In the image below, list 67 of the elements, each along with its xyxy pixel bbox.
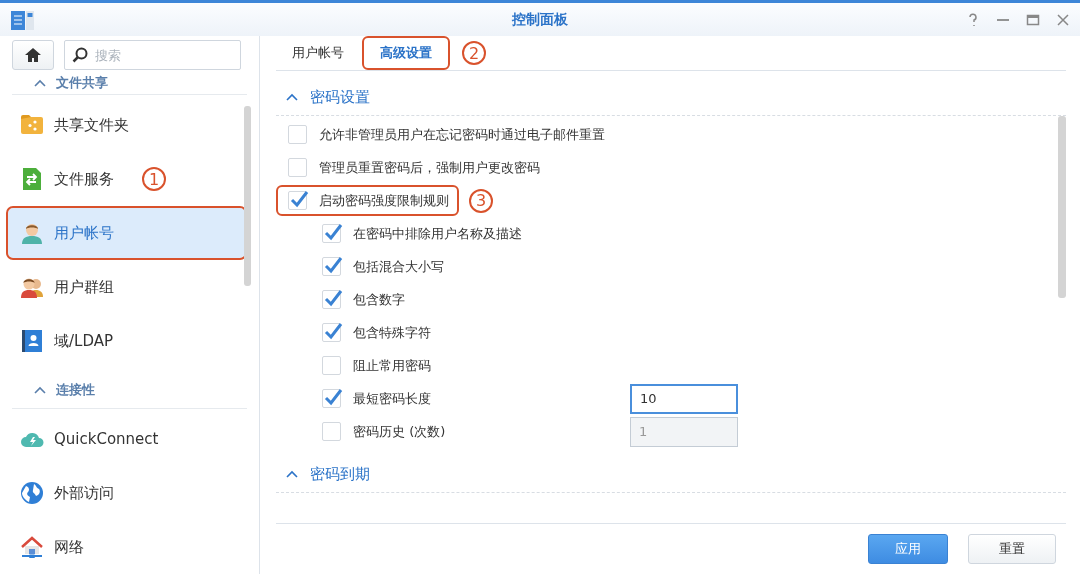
checkbox[interactable] (322, 290, 341, 309)
checkbox[interactable] (288, 125, 307, 144)
callout-number: 3 (469, 188, 493, 213)
home-button[interactable] (12, 40, 54, 70)
collapse-icon[interactable] (34, 79, 46, 87)
sidebar-label: 文件服务 (54, 169, 114, 189)
checkbox[interactable] (288, 158, 307, 177)
sidebar-label: 外部访问 (54, 483, 114, 503)
checkbox-label: 阻止常用密码 (353, 356, 431, 375)
checkbox[interactable] (322, 323, 341, 342)
file-icon (20, 167, 44, 191)
search-icon (72, 47, 88, 63)
checkbox[interactable] (322, 257, 341, 276)
checkbox-label: 包括混合大小写 (353, 257, 444, 276)
collapse-icon[interactable] (286, 93, 298, 101)
globe-icon (20, 481, 44, 505)
reset-button[interactable]: 重置 (968, 534, 1056, 564)
checkbox[interactable] (322, 224, 341, 243)
collapse-icon[interactable] (34, 386, 46, 394)
sidebar-item[interactable]: 网络 (8, 522, 245, 572)
section-title: 密码设置 (310, 87, 370, 107)
checkbox-label: 允许非管理员用户在忘记密码时通过电子邮件重置 (319, 125, 605, 144)
maximize-icon[interactable] (1026, 12, 1040, 27)
tab[interactable]: 用户帐号 (276, 38, 360, 68)
sidebar-label: 共享文件夹 (54, 115, 129, 135)
group-header: 文件共享 (56, 74, 108, 92)
close-icon[interactable] (1056, 12, 1070, 27)
help-icon[interactable] (966, 12, 980, 27)
book-icon (20, 329, 44, 353)
checkbox-label: 包含特殊字符 (353, 323, 431, 342)
sidebar-label: 域/LDAP (54, 331, 113, 351)
number-field[interactable]: 10 (630, 383, 738, 414)
checkbox-label: 在密码中排除用户名称及描述 (353, 224, 522, 243)
group-header: 连接性 (56, 381, 95, 399)
checkbox-label: 密码历史 (次数) (353, 422, 446, 441)
callout-number: 2 (462, 41, 486, 65)
checkbox-label: 包含数字 (353, 290, 405, 309)
house-icon (20, 535, 44, 559)
checkbox[interactable] (322, 422, 341, 441)
sidebar-label: 用户帐号 (54, 223, 114, 243)
sidebar-item[interactable]: 文件服务 1 (8, 154, 245, 204)
sidebar-label: QuickConnect (54, 430, 159, 448)
sidebar-item[interactable]: 用户群组 (8, 262, 245, 312)
checkbox[interactable] (322, 389, 341, 408)
scrollbar[interactable] (244, 106, 251, 286)
collapse-icon[interactable] (286, 470, 298, 478)
sidebar-item[interactable]: 外部访问 (8, 468, 245, 518)
sidebar-item[interactable]: 域/LDAP (8, 316, 245, 366)
tab[interactable]: 高级设置 (364, 38, 448, 68)
home-icon (24, 47, 42, 63)
sidebar-item[interactable]: 共享文件夹 (8, 100, 245, 150)
sidebar-label: 用户群组 (54, 277, 114, 297)
checkbox-label: 最短密码长度 (353, 389, 431, 408)
folder-icon (20, 113, 44, 137)
checkbox[interactable] (288, 191, 307, 210)
checkbox-label: 启动密码强度限制规则 (319, 191, 449, 210)
sidebar-item[interactable]: QuickConnect (8, 414, 245, 464)
user-icon (20, 221, 44, 245)
window-title: 控制面板 (512, 10, 568, 27)
checkbox[interactable] (322, 356, 341, 375)
checkbox-label: 管理员重置密码后，强制用户更改密码 (319, 158, 540, 177)
sidebar-label: 网络 (54, 537, 84, 557)
callout-number: 1 (142, 167, 166, 191)
search-field[interactable]: 搜索 (64, 40, 241, 70)
section-title: 密码到期 (310, 464, 370, 484)
sidebar-item[interactable]: 用户帐号 (8, 208, 245, 258)
scrollbar[interactable] (1058, 116, 1066, 298)
